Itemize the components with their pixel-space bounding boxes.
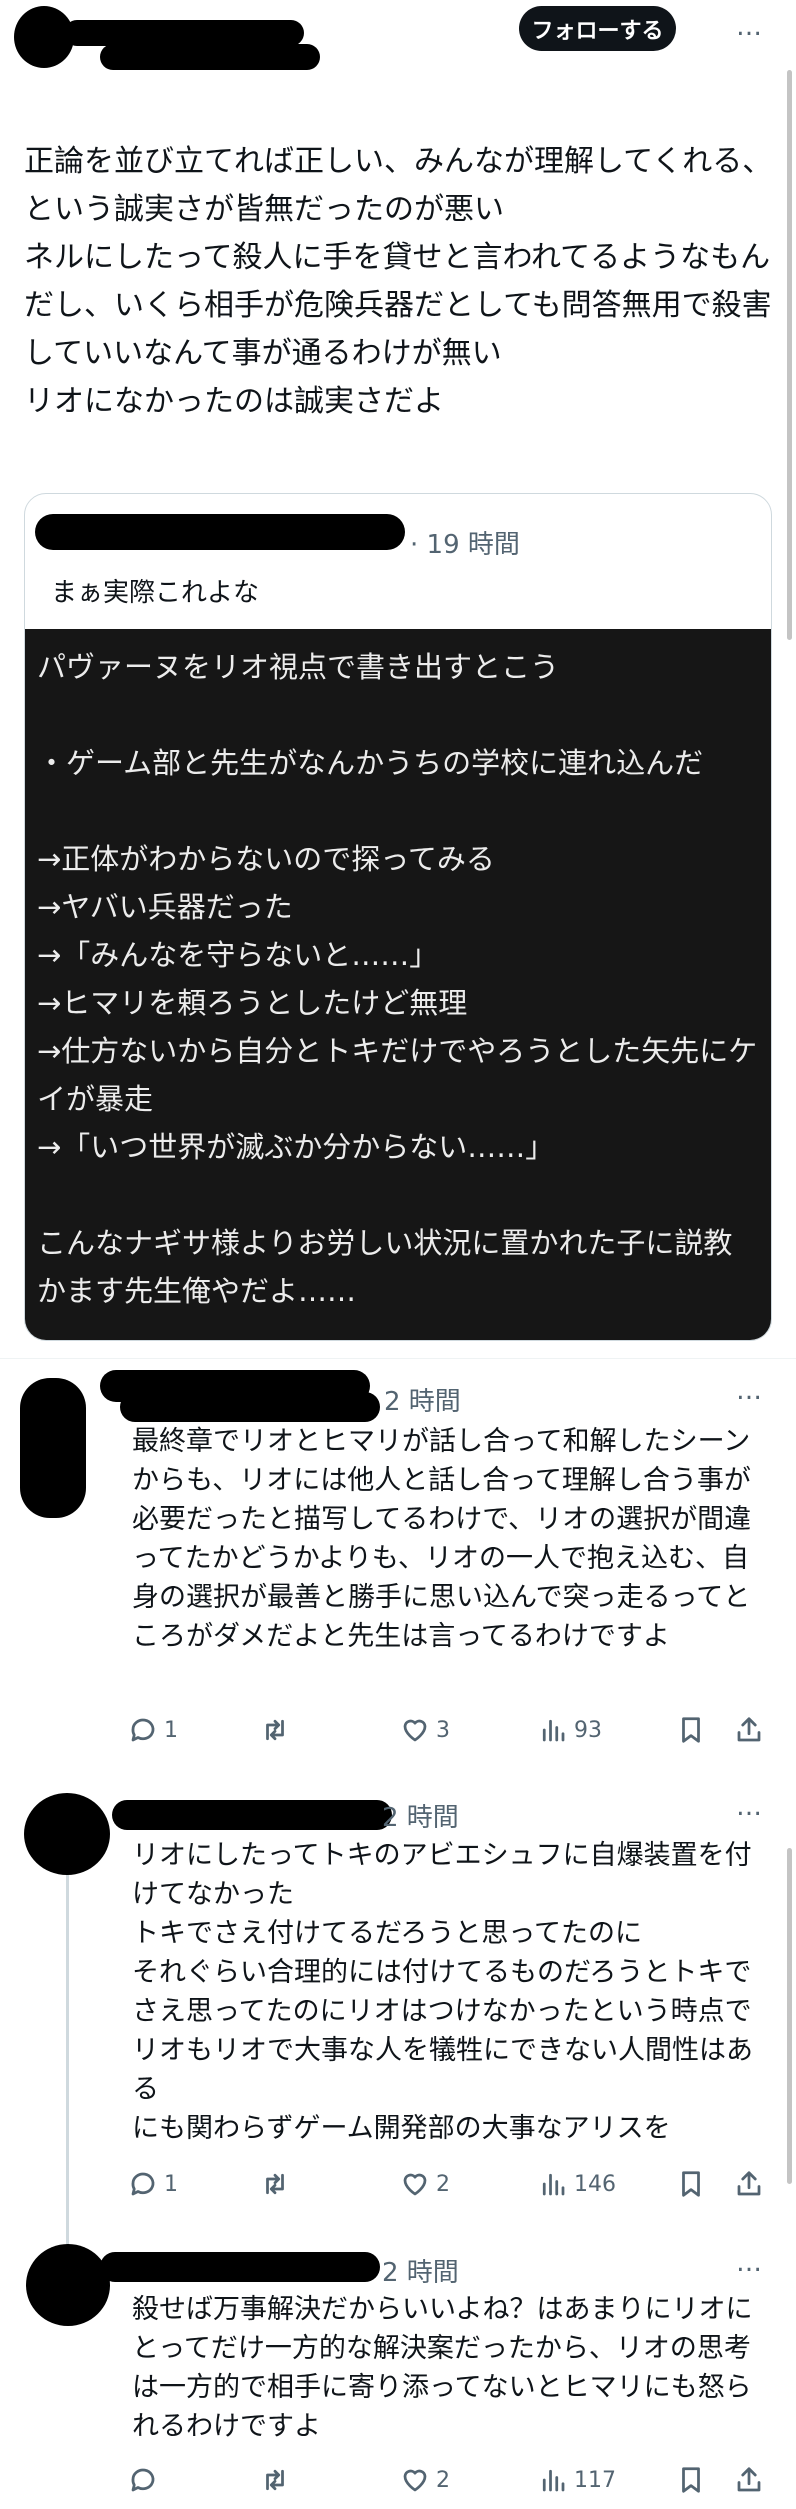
like-count: 3: [436, 1717, 450, 1743]
repost-button[interactable]: [260, 1712, 296, 1748]
more-icon[interactable]: …: [736, 14, 763, 40]
reply-author-redacted: [112, 1800, 392, 1830]
main-post-paragraph: リオになかったのは誠実さだよ: [24, 384, 444, 419]
share-button[interactable]: [734, 2462, 764, 2498]
bookmark-icon: [682, 1717, 700, 1743]
views-icon: [542, 1719, 565, 1742]
like-button[interactable]: 3: [400, 1712, 450, 1748]
quote-image-line: →ヤバい兵器だった: [37, 890, 293, 924]
view-count: 93: [574, 1717, 602, 1743]
reply-author-redacted: [100, 2252, 380, 2282]
reply-text: 最終章でリオとヒマリが話し合って和解したシーンからも、リオには他人と話し合って理…: [132, 1426, 752, 1652]
quoted-post[interactable]: · 19 時間 まぁ実際これよな パヴァーヌをリオ視点で書き出すとこう ・ゲーム…: [24, 493, 772, 1341]
like-count: 2: [436, 2467, 450, 2493]
quote-image-line: →正体がわからないので探ってみる: [37, 842, 495, 876]
reply-action-bar: 1 2 146: [128, 2166, 768, 2202]
reply-author-redacted-2: [120, 1392, 380, 1422]
bookmark-button[interactable]: [676, 2462, 706, 2498]
bookmark-button[interactable]: [676, 2166, 706, 2202]
thread-line: [66, 1874, 69, 2266]
view-count: 117: [574, 2467, 616, 2493]
quote-timestamp: · 19 時間: [410, 530, 520, 560]
quote-screenshot-image: パヴァーヌをリオ視点で書き出すとこう ・ゲーム部と先生がなんかうちの学校に連れ込…: [25, 629, 771, 1340]
reply-count: 1: [164, 2171, 178, 2197]
reply-count: 1: [164, 1717, 178, 1743]
views-button[interactable]: 146: [538, 2166, 616, 2202]
like-count: 2: [436, 2171, 450, 2197]
views-button[interactable]: 117: [538, 2462, 616, 2498]
quote-image-line: →仕方ないから自分とトキだけでやろうとした矢先にケイが暴走: [37, 1034, 758, 1116]
reply-text: 殺せば万事解決だからいいよね？はあまりにリオにとってだけ一方的な解決案だったから…: [132, 2294, 753, 2442]
quote-author-redacted: [35, 514, 405, 550]
reply-action-bar: 2 117: [128, 2462, 768, 2498]
reply-button[interactable]: [128, 2462, 164, 2498]
main-post-text: 正論を並び立てれば正しい、みんなが理解してくれる、という誠実さが皆無だったのが悪…: [24, 138, 776, 426]
more-icon[interactable]: …: [736, 1378, 763, 1404]
view-count: 146: [574, 2171, 616, 2197]
more-icon[interactable]: …: [736, 1794, 763, 1820]
bookmark-icon: [682, 2171, 700, 2197]
share-icon: [737, 1717, 761, 1742]
reply-avatar-redacted: [20, 1378, 86, 1518]
follow-button[interactable]: フォローする: [519, 6, 676, 51]
repost-button[interactable]: [260, 2166, 296, 2202]
like-button[interactable]: 2: [400, 2166, 450, 2202]
heart-icon: [403, 2173, 427, 2196]
scrollbar[interactable]: [787, 1848, 792, 2184]
share-button[interactable]: [734, 2166, 764, 2202]
main-post-paragraph: 正論を並び立てれば正しい、みんなが理解してくれる、という誠実さが皆無だったのが悪…: [24, 144, 773, 227]
scrollbar[interactable]: [787, 70, 792, 640]
more-icon[interactable]: …: [736, 2250, 763, 2276]
like-button[interactable]: 2: [400, 2462, 450, 2498]
heart-icon: [403, 1719, 427, 1742]
quote-image-line: →「みんなを守らないと……」: [37, 938, 439, 972]
share-button[interactable]: [734, 1712, 764, 1748]
share-icon: [737, 2467, 761, 2492]
reply-timestamp: 2 時間: [382, 2258, 459, 2288]
quote-image-line: こんなナギサ様よりお労しい状況に置かれた子に説教かます先生俺やだよ……: [37, 1226, 733, 1308]
views-icon: [542, 2173, 565, 2196]
reply-icon: [131, 2172, 155, 2196]
main-post-paragraph: ネルにしたって殺人に手を貸せと言われてるようなもんだし、いくら相手が危険兵器だと…: [24, 240, 772, 371]
reply-timestamp: 2 時間: [382, 1803, 459, 1833]
repost-icon: [266, 2469, 284, 2491]
quote-image-line: パヴァーヌをリオ視点で書き出すとこう: [37, 650, 560, 684]
divider: [0, 1358, 796, 1359]
repost-icon: [266, 1719, 284, 1741]
quote-text: まぁ実際これよな: [51, 578, 260, 608]
quote-image-line: ・ゲーム部と先生がなんかうちの学校に連れ込んだ: [37, 746, 704, 780]
views-icon: [542, 2469, 565, 2492]
reply-action-bar: 1 3 93: [128, 1712, 768, 1748]
heart-icon: [403, 2469, 427, 2492]
reply-button[interactable]: 1: [128, 1712, 178, 1748]
bookmark-icon: [682, 2467, 700, 2493]
repost-button[interactable]: [260, 2462, 296, 2498]
bookmark-button[interactable]: [676, 1712, 706, 1748]
quote-image-line: →ヒマリを頼ろうとしたけど無理: [37, 986, 468, 1020]
author-name-redacted: [64, 20, 304, 46]
share-icon: [737, 2171, 761, 2196]
reply-avatar-redacted: [24, 1793, 110, 1875]
repost-icon: [266, 2173, 284, 2195]
views-button[interactable]: 93: [538, 1712, 602, 1748]
reply-avatar-redacted: [26, 2244, 110, 2326]
reply-text: リオにしたってトキのアビエシュフに自爆装置を付けてなかった トキでさえ付けてるだ…: [132, 1840, 753, 2144]
reply-icon: [131, 1718, 155, 1742]
reply-icon: [131, 2468, 155, 2492]
quote-image-line: →「いつ世界が滅ぶか分からない……」: [37, 1130, 555, 1164]
author-name-redacted-2: [100, 44, 320, 70]
reply-button[interactable]: 1: [128, 2166, 178, 2202]
reply-timestamp: 2 時間: [384, 1387, 461, 1417]
